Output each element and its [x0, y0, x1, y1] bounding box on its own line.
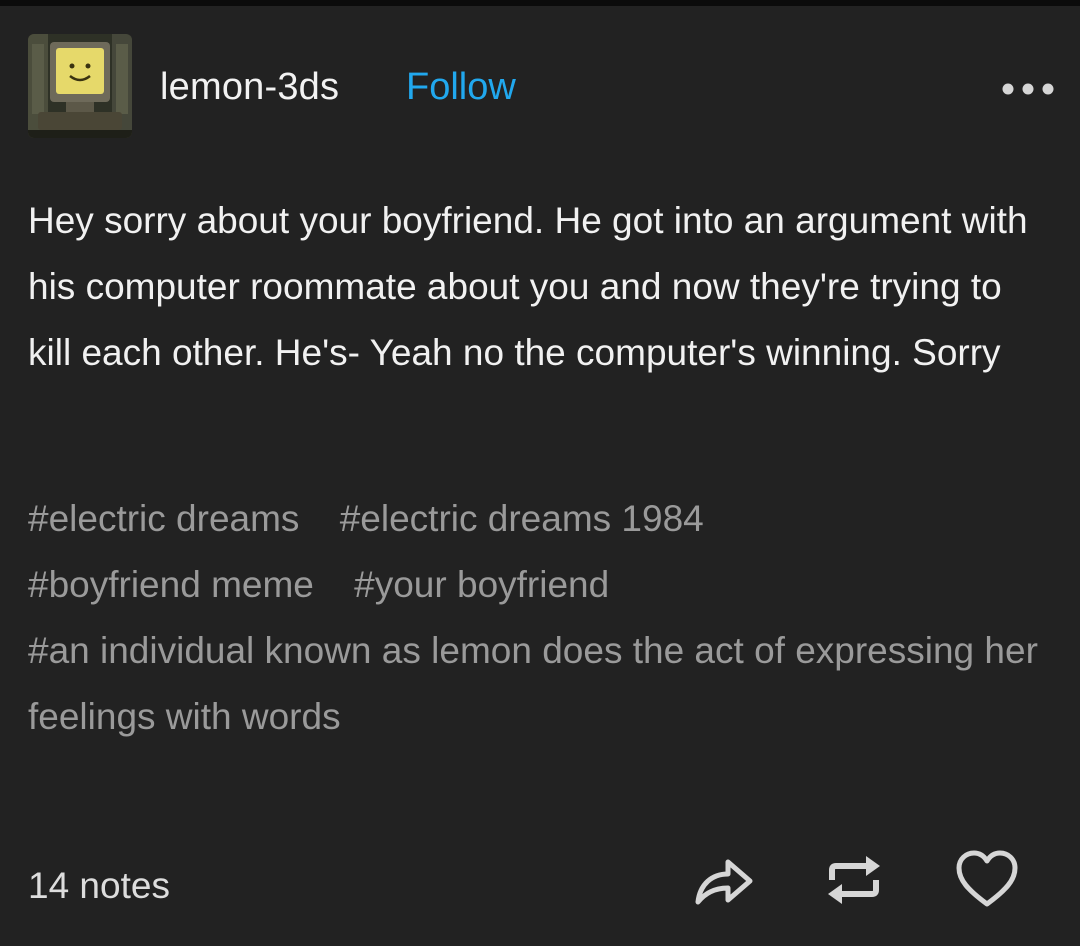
post-header: lemon-3ds Follow: [28, 34, 1058, 138]
tag[interactable]: #your boyfriend: [354, 564, 609, 605]
more-dots-icon[interactable]: [998, 78, 1058, 100]
avatar-computer-image: [28, 34, 132, 138]
avatar[interactable]: [28, 34, 132, 138]
share-icon[interactable]: [692, 850, 756, 910]
post-card: lemon-3ds Follow Hey sorry about your bo…: [0, 6, 1080, 946]
post-body: Hey sorry about your boyfriend. He got i…: [28, 200, 1028, 373]
reblog-icon[interactable]: [822, 850, 886, 910]
tag[interactable]: #electric dreams 1984: [340, 498, 704, 539]
heart-icon[interactable]: [954, 848, 1018, 908]
username[interactable]: lemon-3ds: [160, 64, 339, 110]
tag[interactable]: #an individual known as lemon does the a…: [28, 630, 1038, 737]
follow-button[interactable]: Follow: [406, 64, 516, 110]
tag[interactable]: #boyfriend meme: [28, 564, 314, 605]
tag[interactable]: #electric dreams: [28, 498, 299, 539]
notes-count[interactable]: 14 notes: [28, 862, 170, 910]
tag-list: #electric dreams #electric dreams 1984 #…: [28, 486, 1048, 750]
